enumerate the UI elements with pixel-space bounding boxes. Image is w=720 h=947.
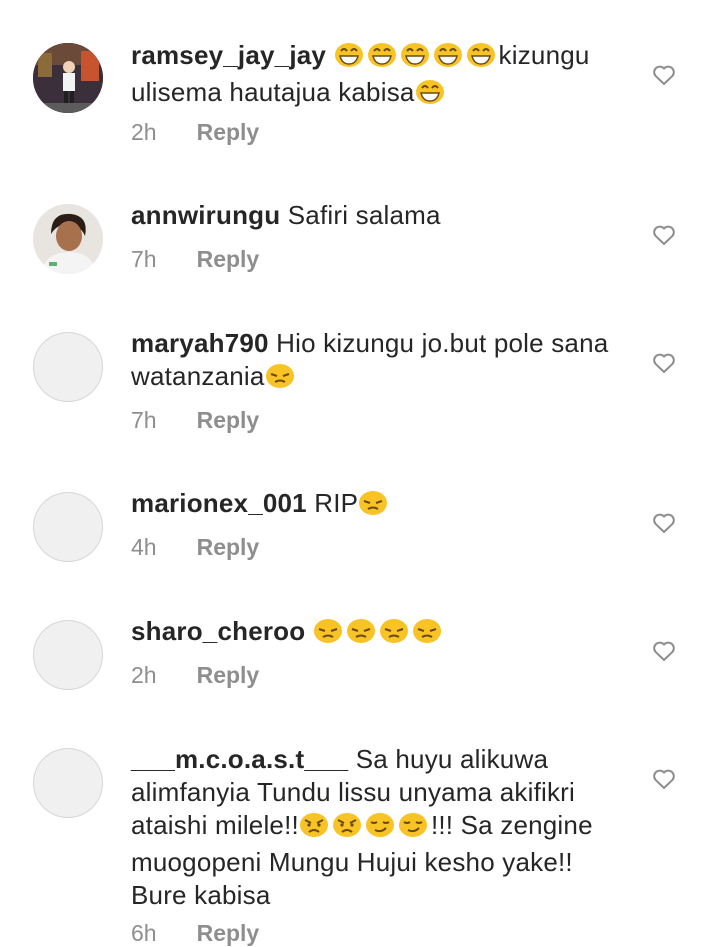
comment-meta: 2h Reply xyxy=(131,119,259,146)
comment-text: sharo_cheroo xyxy=(131,615,631,652)
grinning-face-with-sweat-icon xyxy=(433,42,463,76)
comment-meta: 2h Reply xyxy=(131,662,259,689)
comment-message: Safiri salama xyxy=(287,200,441,230)
avatar[interactable] xyxy=(33,332,103,402)
heart-icon[interactable] xyxy=(652,352,676,374)
grinning-face-with-sweat-icon xyxy=(400,42,430,76)
timestamp: 2h xyxy=(131,119,157,145)
username[interactable]: ___m.c.o.a.s.t___ xyxy=(131,744,348,774)
heart-icon[interactable] xyxy=(652,512,676,534)
pensive-face-icon xyxy=(265,363,295,397)
comment-text: ramsey_jay_jay kizungu ulisema hautajua … xyxy=(131,39,631,113)
pensive-face-icon xyxy=(358,490,388,524)
grinning-face-with-sweat-icon xyxy=(367,42,397,76)
grinning-face-with-sweat-icon xyxy=(466,42,496,76)
comment-text: maryah790 Hio kizungu jo.but pole sana w… xyxy=(131,327,631,397)
reply-button[interactable]: Reply xyxy=(197,920,260,946)
reply-button[interactable]: Reply xyxy=(197,534,260,560)
username[interactable]: sharo_cheroo xyxy=(131,616,305,646)
pensive-face-icon xyxy=(313,618,343,652)
angry-face-icon xyxy=(332,812,362,846)
angry-face-icon xyxy=(299,812,329,846)
reply-button[interactable]: Reply xyxy=(197,407,260,433)
timestamp: 6h xyxy=(131,920,157,946)
reply-button[interactable]: Reply xyxy=(197,119,260,145)
avatar[interactable] xyxy=(33,43,103,113)
smirking-face-icon xyxy=(398,812,428,846)
timestamp: 7h xyxy=(131,407,157,433)
comment-text: ___m.c.o.a.s.t___ Sa huyu alikuwa alimfa… xyxy=(131,743,631,912)
timestamp: 4h xyxy=(131,534,157,560)
heart-icon[interactable] xyxy=(652,224,676,246)
avatar[interactable] xyxy=(33,204,103,274)
avatar[interactable] xyxy=(33,620,103,690)
username[interactable]: maryah790 xyxy=(131,328,269,358)
grinning-face-with-sweat-icon xyxy=(415,79,445,113)
avatar[interactable] xyxy=(33,492,103,562)
pensive-face-icon xyxy=(412,618,442,652)
reply-button[interactable]: Reply xyxy=(197,246,260,272)
comment-meta: 4h Reply xyxy=(131,534,259,561)
username[interactable]: marionex_001 xyxy=(131,488,307,518)
timestamp: 7h xyxy=(131,246,157,272)
avatar-photo xyxy=(33,43,103,113)
comment-meta: 7h Reply xyxy=(131,246,259,273)
heart-icon[interactable] xyxy=(652,640,676,662)
username[interactable]: ramsey_jay_jay xyxy=(131,40,326,70)
timestamp: 2h xyxy=(131,662,157,688)
smirking-face-icon xyxy=(365,812,395,846)
pensive-face-icon xyxy=(346,618,376,652)
comment-text: annwirungu Safiri salama xyxy=(131,199,631,232)
heart-icon[interactable] xyxy=(652,768,676,790)
reply-button[interactable]: Reply xyxy=(197,662,260,688)
pensive-face-icon xyxy=(379,618,409,652)
comment-text: marionex_001 RIP xyxy=(131,487,631,524)
username[interactable]: annwirungu xyxy=(131,200,280,230)
comment-message: RIP xyxy=(314,488,359,518)
heart-icon[interactable] xyxy=(652,64,676,86)
comment-meta: 6h Reply xyxy=(131,920,259,947)
comment-meta: 7h Reply xyxy=(131,407,259,434)
avatar-photo xyxy=(33,204,103,274)
grinning-face-with-sweat-icon xyxy=(334,42,364,76)
avatar[interactable] xyxy=(33,748,103,818)
